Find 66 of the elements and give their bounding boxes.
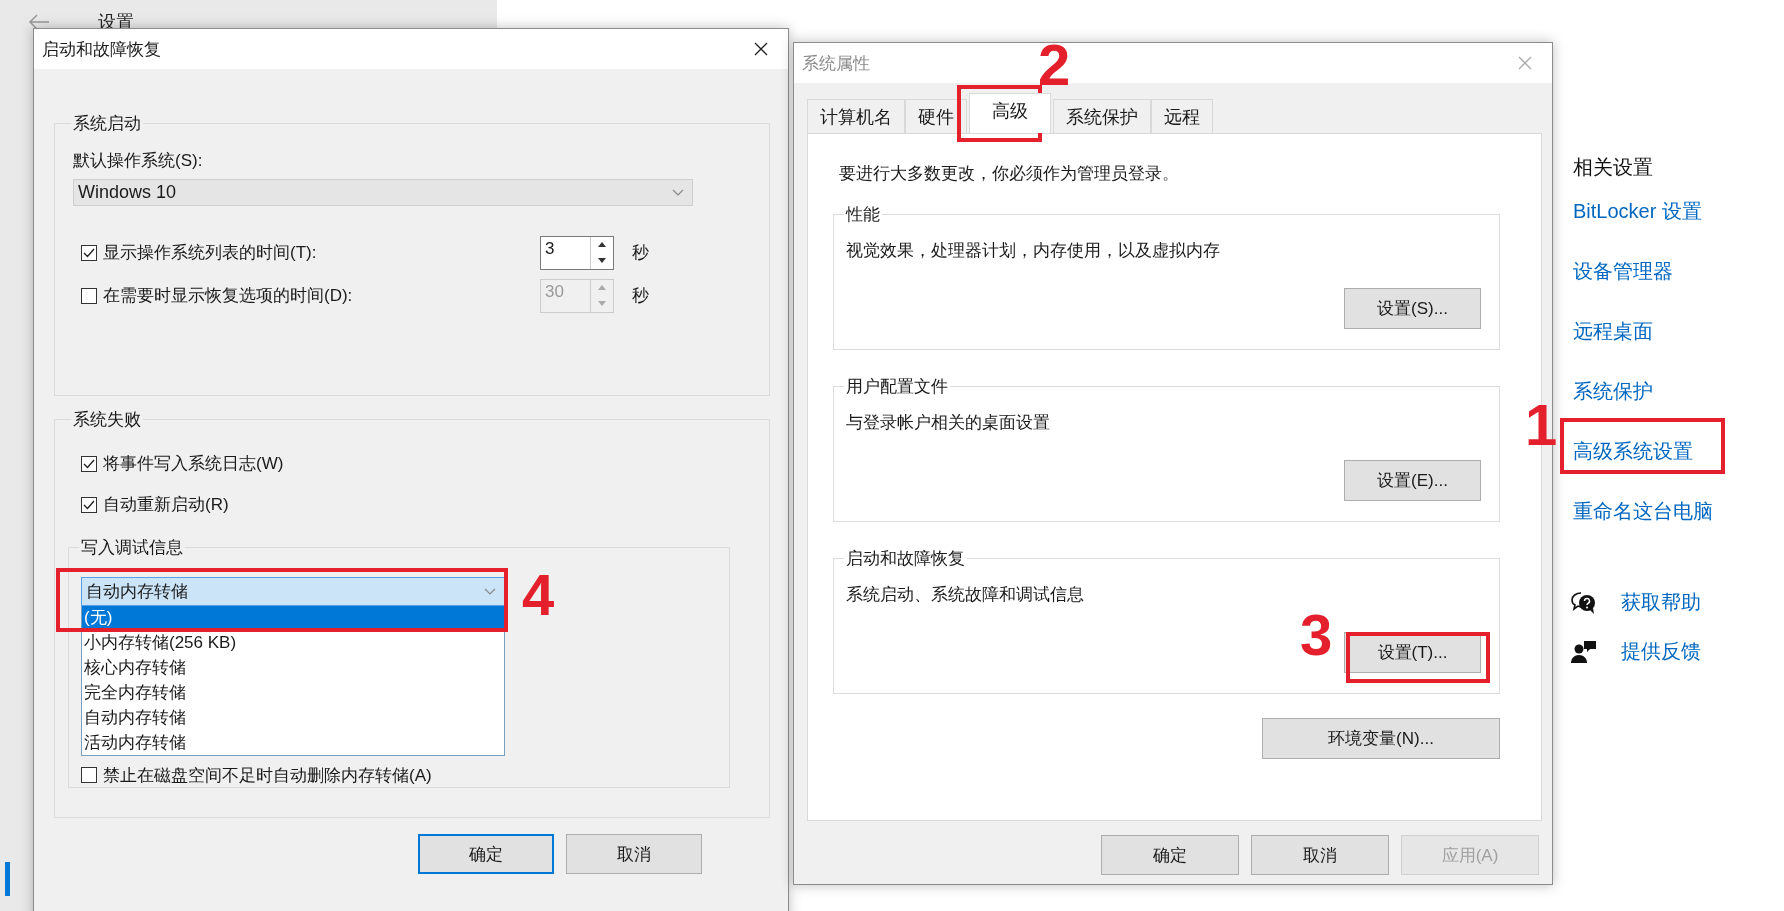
info-text: 要进行大多数更改，你必须作为管理员登录。 (839, 163, 1180, 185)
tab[interactable]: 计算机名 (807, 99, 905, 133)
settings-link[interactable]: BitLocker 设置 (1573, 196, 1702, 256)
step-number: 4 (522, 566, 555, 624)
dropdown-option[interactable]: 活动内存转储 (82, 730, 504, 755)
dropdown[interactable]: 自动内存转储 (81, 577, 505, 606)
section-title: 相关设置 (1573, 155, 1653, 180)
chevron-icon (484, 587, 496, 596)
dropdown-option[interactable]: (无) (82, 606, 504, 630)
window-title: 系统属性 (802, 52, 870, 75)
dialog-button[interactable]: 确定 (418, 834, 554, 874)
dialog-button[interactable]: 取消 (566, 834, 702, 874)
settings-button[interactable]: 设置(E)... (1344, 460, 1481, 501)
group-title: 写入调试信息 (80, 537, 184, 559)
chevron-icon (672, 188, 684, 197)
person-speech-icon (1571, 639, 1597, 664)
unit-label: 秒 (632, 285, 649, 307)
group-description: 视觉效果，处理器计划，内存使用，以及虚拟内存 (846, 240, 1221, 262)
checkbox-label: 在需要时显示恢复选项的时间(D): (103, 285, 354, 307)
dropdown[interactable]: Windows 10 (73, 179, 693, 206)
checkbox[interactable] (81, 767, 97, 783)
settings-link[interactable]: 系统保护 (1573, 376, 1653, 436)
settings-link[interactable]: 设备管理器 (1573, 256, 1673, 316)
group-description: 系统启动、系统故障和调试信息 (846, 584, 1085, 606)
dialog-button[interactable]: 确定 (1101, 835, 1239, 875)
settings-link[interactable]: 远程桌面 (1573, 316, 1653, 376)
checkbox[interactable] (81, 287, 97, 304)
nav-indicator (5, 862, 10, 896)
back-arrow-icon[interactable] (28, 14, 50, 30)
tab[interactable]: 远程 (1151, 99, 1213, 133)
group-title: 系统失败 (72, 409, 142, 431)
tab[interactable]: 系统保护 (1053, 99, 1151, 133)
group-title: 性能 (844, 204, 881, 226)
dialog-button[interactable]: 取消 (1251, 835, 1389, 875)
dropdown-option[interactable]: 小内存转储(256 KB) (82, 630, 504, 655)
group-description: 与登录帐户相关的桌面设置 (846, 412, 1051, 434)
settings-link[interactable]: 重命名这台电脑 (1573, 496, 1713, 556)
number-spinner[interactable]: 3 (540, 235, 614, 270)
group-title: 启动和故障恢复 (845, 548, 966, 570)
support-link[interactable]: 提供反馈 (1621, 638, 1701, 665)
dropdown-option[interactable]: 完全内存转储 (82, 680, 504, 705)
tab[interactable]: 高级 (969, 93, 1051, 133)
settings-button[interactable]: 设置(S)... (1344, 288, 1481, 329)
unit-label: 秒 (632, 242, 649, 264)
dropdown-option[interactable]: 核心内存转储 (82, 655, 504, 680)
window-title: 启动和故障恢复 (42, 38, 161, 61)
environment-button[interactable]: 环境变量(N)... (1262, 718, 1500, 759)
help-chat-icon (1571, 590, 1597, 615)
settings-link[interactable]: 高级系统设置 (1573, 436, 1693, 496)
dropdown-option[interactable]: 自动内存转储 (82, 705, 504, 730)
group-title: 用户配置文件 (845, 376, 949, 398)
step-number: 1 (1525, 396, 1558, 454)
group-title: 系统启动 (72, 113, 142, 135)
checkbox[interactable] (81, 496, 97, 513)
field-label: 默认操作系统(S): (73, 150, 204, 172)
step-number: 2 (1038, 36, 1071, 94)
step-number: 3 (1300, 606, 1333, 664)
checkbox[interactable] (81, 244, 97, 261)
checkbox-label: 显示操作系统列表的时间(T): (103, 242, 318, 264)
close-icon[interactable] (754, 42, 768, 56)
checkbox[interactable] (81, 455, 97, 472)
checkbox-label: 禁止在磁盘空间不足时自动删除内存转储(A) (103, 764, 432, 787)
tab[interactable]: 硬件 (905, 99, 967, 133)
checkbox-label: 将事件写入系统日志(W) (103, 453, 285, 475)
checkbox-label: 自动重新启动(R) (103, 494, 230, 516)
support-link[interactable]: 获取帮助 (1621, 589, 1701, 616)
